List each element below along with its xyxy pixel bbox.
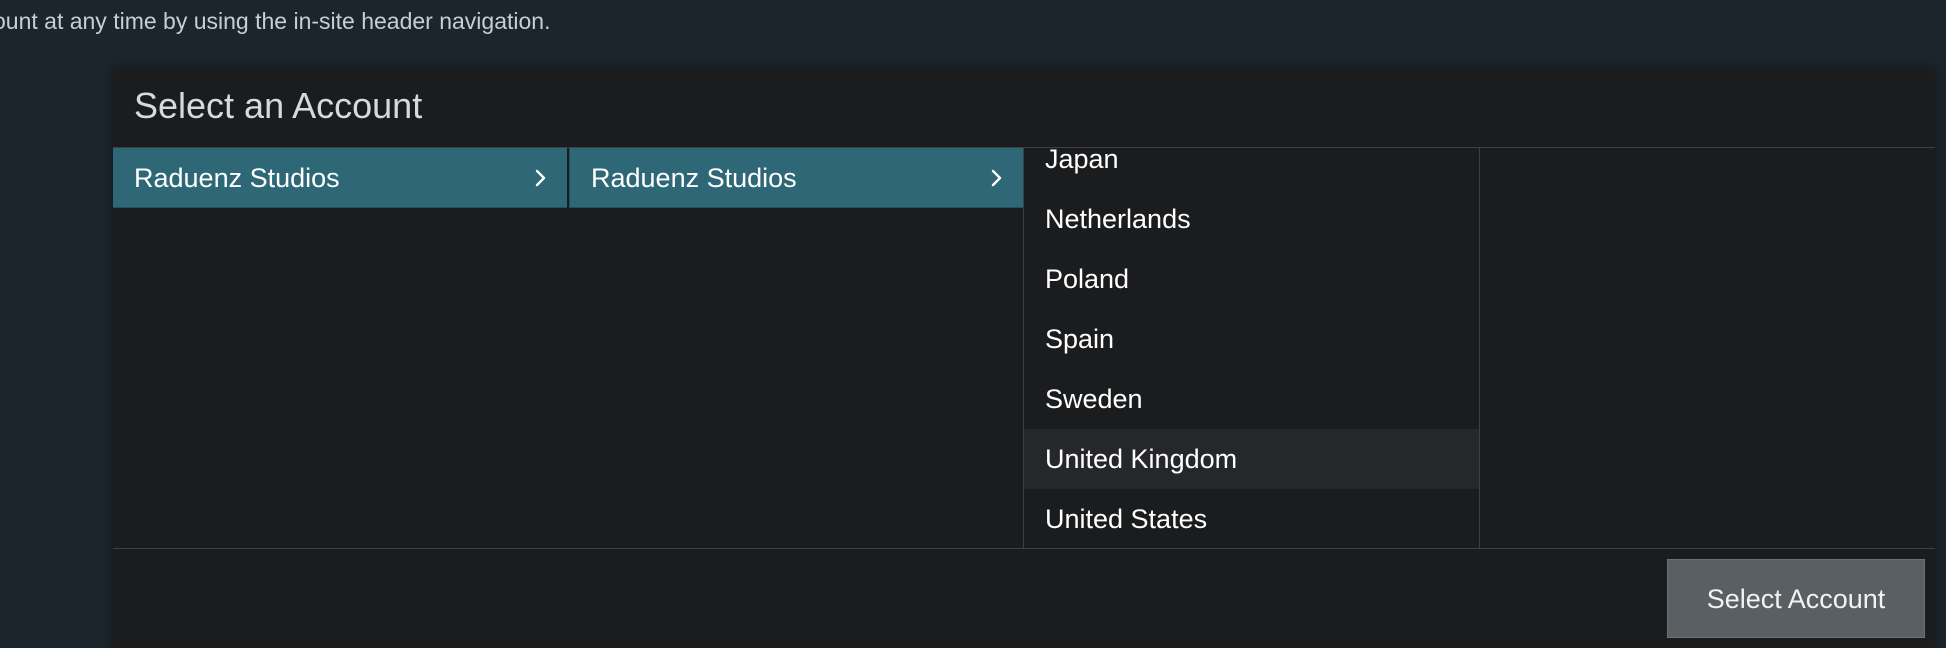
column-1-item-label: Raduenz Studios: [134, 163, 340, 193]
account-column-2: Raduenz Studios: [568, 148, 1023, 548]
country-item-united-states[interactable]: United States: [1024, 489, 1479, 548]
column-2-item-label: Raduenz Studios: [591, 163, 797, 193]
country-list-column[interactable]: Japan Netherlands Poland Spain Sweden Un…: [1023, 148, 1480, 548]
account-columns: Raduenz Studios Raduenz Studios Japan Ne…: [113, 148, 1935, 548]
country-item-spain[interactable]: Spain: [1024, 309, 1479, 369]
country-list: Japan Netherlands Poland Spain Sweden Un…: [1024, 148, 1479, 548]
column-2-selected-item[interactable]: Raduenz Studios: [569, 148, 1023, 208]
select-account-dialog: Select an Account Raduenz Studios Raduen…: [113, 69, 1935, 648]
chevron-right-icon: [987, 148, 1007, 208]
account-column-4: [1480, 148, 1935, 548]
country-item-united-kingdom[interactable]: United Kingdom: [1024, 429, 1479, 489]
country-item-sweden[interactable]: Sweden: [1024, 369, 1479, 429]
chevron-right-icon: [531, 148, 551, 208]
footer-divider: [113, 548, 1935, 549]
select-account-button[interactable]: Select Account: [1667, 559, 1925, 638]
country-item-netherlands[interactable]: Netherlands: [1024, 189, 1479, 249]
account-column-1: Raduenz Studios: [113, 148, 568, 548]
country-item-japan[interactable]: Japan: [1024, 148, 1479, 189]
intro-text: ount at any time by using the in-site he…: [0, 8, 551, 34]
country-item-poland[interactable]: Poland: [1024, 249, 1479, 309]
column-1-selected-item[interactable]: Raduenz Studios: [113, 148, 567, 208]
dialog-title: Select an Account: [134, 85, 423, 126]
